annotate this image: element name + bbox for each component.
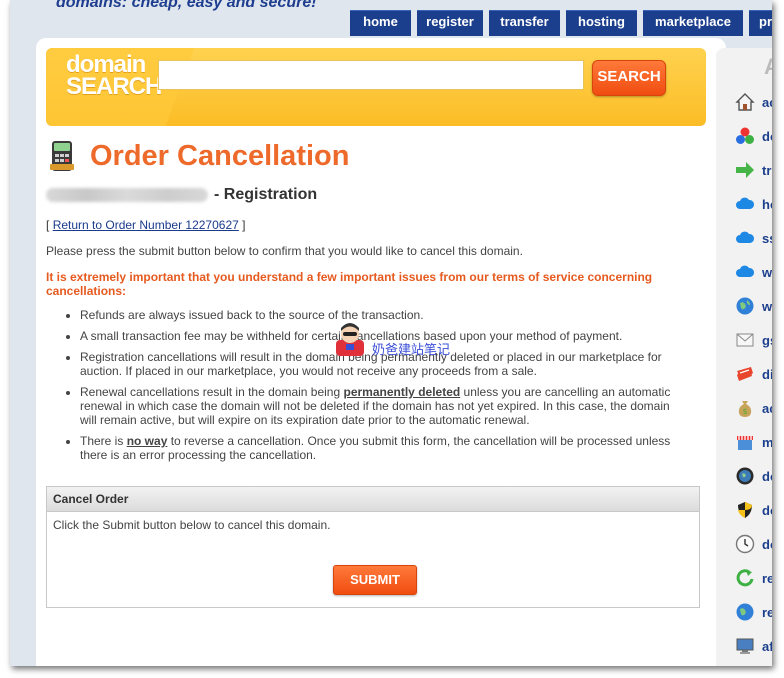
sidebar-item-label: ac [762, 94, 772, 110]
list-item-text: Renewal cancellations result in the doma… [80, 385, 344, 399]
watermark-text: 奶爸建站笔记 [372, 342, 451, 357]
domain-search-logo: domain SEARCH [66, 53, 162, 100]
sidebar-item-label: do [762, 128, 772, 144]
envelope-icon [734, 329, 756, 351]
sidebar-heading: A [764, 54, 772, 79]
sidebar-item-label: do [762, 468, 772, 484]
return-to-order-link[interactable]: Return to Order Number 12270627 [53, 218, 239, 232]
cloud-icon [734, 193, 756, 215]
sidebar-item[interactable]: w [734, 260, 772, 284]
list-item: Renewal cancellations result in the doma… [80, 385, 686, 427]
emphasis-text: no way [126, 434, 168, 448]
sidebar-item-label: di [762, 366, 772, 382]
nav-tab-pricing[interactable]: pricing [749, 10, 772, 36]
green-renew-icon [734, 567, 756, 589]
cloud-icon [734, 227, 756, 249]
list-item-text: There is [80, 434, 127, 448]
search-button[interactable]: SEARCH [592, 60, 666, 96]
sidebar-item[interactable]: do [734, 532, 772, 556]
page-title-row: Order Cancellation [48, 136, 349, 176]
sidebar-item-label: do [762, 502, 772, 518]
sidebar-item[interactable]: do [734, 124, 772, 148]
sidebar-item-label: ss [762, 230, 772, 246]
sidebar-item[interactable]: ho [734, 192, 772, 216]
sidebar-item[interactable]: do [734, 498, 772, 522]
sidebar-item[interactable]: m [734, 430, 772, 454]
panel-header: Cancel Order [47, 487, 699, 512]
sidebar-item-label: m [762, 434, 772, 450]
nav-tab-marketplace[interactable]: marketplace [643, 10, 743, 36]
nav-tab-home[interactable]: home [350, 10, 411, 36]
watermark: 奶爸建站笔记 [330, 318, 470, 358]
sidebar-item-label: gs [762, 332, 772, 348]
domain-type: - Registration [214, 186, 318, 203]
site-tagline: domains: cheap, easy and secure! [56, 0, 317, 11]
search-input[interactable] [158, 60, 584, 90]
nav-tab-register[interactable]: register [417, 10, 483, 36]
sidebar-item[interactable]: do [734, 464, 772, 488]
submit-button[interactable]: SUBMIT [333, 565, 417, 595]
sidebar-item-label: ac [762, 400, 772, 416]
sidebar-item[interactable]: re [734, 600, 772, 624]
bracket-close: ] [242, 218, 246, 232]
cloud-icon [734, 261, 756, 283]
globe-dark-icon [734, 465, 756, 487]
return-line: [ Return to Order Number 12270627 ] [46, 218, 245, 232]
search-banner: domain SEARCH SEARCH [46, 48, 706, 126]
intro-text: Please press the submit button below to … [46, 244, 523, 258]
emphasis-text: permanently deleted [343, 385, 461, 399]
monitor-icon [734, 635, 756, 657]
cancel-order-panel: Cancel Order Click the Submit button bel… [46, 486, 700, 608]
list-item: There is no way to reverse a cancellatio… [80, 434, 686, 462]
sidebar-item[interactable]: tr [734, 158, 771, 182]
domain-heading: - Registration [46, 186, 317, 204]
colored-balls-icon [734, 125, 756, 147]
sidebar-item[interactable]: gs [734, 328, 772, 352]
sidebar-item[interactable]: af [734, 634, 772, 658]
shield-icon [734, 499, 756, 521]
house-icon [734, 91, 756, 113]
sidebar-item-label: w [762, 264, 772, 280]
panel-body: Click the Submit button below to cancel … [53, 518, 331, 532]
sidebar-item-label: tr [762, 162, 772, 178]
svg-text:$: $ [742, 407, 747, 416]
nav-tab-transfer[interactable]: transfer [489, 10, 560, 36]
watermark-avatar-icon [336, 323, 364, 356]
sidebar: A ac do tr ho ss w w [716, 48, 772, 666]
top-nav: home register transfer hosting marketpla… [350, 10, 772, 36]
sidebar-item[interactable]: ss [734, 226, 772, 250]
storefront-icon [734, 431, 756, 453]
sidebar-item-label: re [762, 570, 772, 586]
logo-line-2: SEARCH [66, 73, 162, 100]
ticket-icon [734, 363, 756, 385]
sidebar-item-label: ho [762, 196, 772, 212]
warning-text: It is extremely important that you under… [46, 270, 653, 298]
money-bag-icon: $ [734, 397, 756, 419]
card-reader-icon [48, 140, 76, 172]
globe-icon [734, 601, 756, 623]
sidebar-item[interactable]: di [734, 362, 772, 386]
sidebar-item-label: do [762, 536, 772, 552]
sidebar-item[interactable]: $ ac [734, 396, 772, 420]
nav-tab-hosting[interactable]: hosting [566, 10, 637, 36]
clock-icon [734, 533, 756, 555]
blurred-domain-name [46, 187, 208, 202]
bracket-open: [ [46, 218, 50, 232]
sidebar-item[interactable]: ac [734, 90, 772, 114]
sidebar-item-label: w [762, 298, 772, 314]
browser-frame: domains: cheap, easy and secure! home re… [10, 0, 772, 666]
green-arrow-icon [734, 159, 756, 181]
sidebar-item-label: af [762, 638, 772, 654]
page-title: Order Cancellation [90, 139, 350, 172]
sidebar-item[interactable]: w [734, 294, 772, 318]
sidebar-item-label: re [762, 604, 772, 620]
globe-icon [734, 295, 756, 317]
sidebar-item[interactable]: re [734, 566, 772, 590]
list-item-text: to reverse a cancellation. Once you subm… [80, 434, 671, 462]
